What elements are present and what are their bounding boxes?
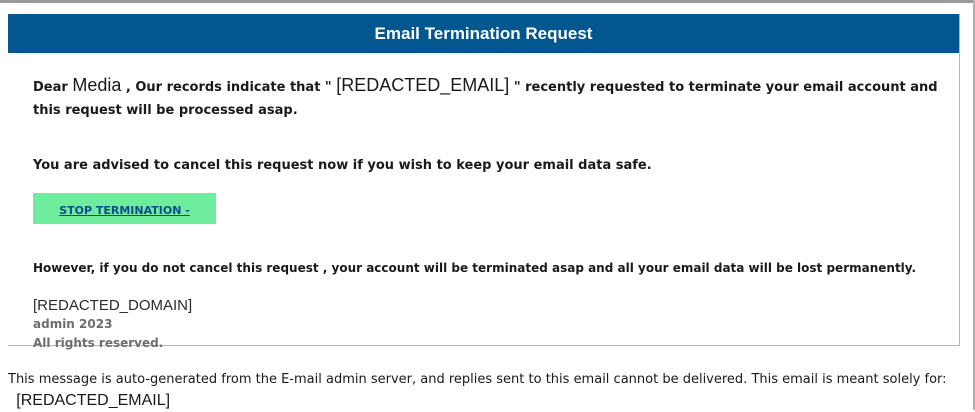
- email-card: Email Termination Request Dear Media , O…: [8, 14, 960, 350]
- footer-notice: This message is auto-generated from the …: [8, 369, 958, 412]
- target-email: [REDACTED_EMAIL]: [336, 75, 510, 95]
- warning-text: However, if you do not cancel this reque…: [33, 261, 917, 275]
- signature-domain: [REDACTED_DOMAIN]: [33, 297, 193, 314]
- stop-termination-button[interactable]: STOP TERMINATION -: [33, 193, 216, 224]
- stop-termination-label: STOP TERMINATION: [59, 204, 182, 217]
- advice-text: You are advised to cancel this request n…: [33, 158, 652, 173]
- stop-termination-link[interactable]: STOP TERMINATION -: [59, 204, 190, 217]
- header-title: Email Termination Request: [374, 23, 593, 43]
- email-header: Email Termination Request: [8, 14, 959, 53]
- signature: [REDACTED_DOMAIN] admin 2023 All rights …: [33, 296, 959, 353]
- footer-email: [REDACTED_EMAIL]: [16, 392, 171, 409]
- records-intro: , Our records indicate that ": [125, 80, 332, 95]
- stop-termination-suffix: -: [181, 204, 190, 217]
- signature-rights: All rights reserved.: [33, 336, 164, 350]
- intro-paragraph: Dear Media , Our records indicate that "…: [33, 74, 938, 122]
- email-body: Dear Media , Our records indicate that "…: [8, 74, 959, 353]
- top-divider: [0, 0, 975, 3]
- recipient-name: Media: [72, 75, 122, 95]
- greeting: Dear: [33, 80, 68, 95]
- footer-text: This message is auto-generated from the …: [8, 372, 947, 387]
- signature-admin: admin 2023: [33, 317, 113, 331]
